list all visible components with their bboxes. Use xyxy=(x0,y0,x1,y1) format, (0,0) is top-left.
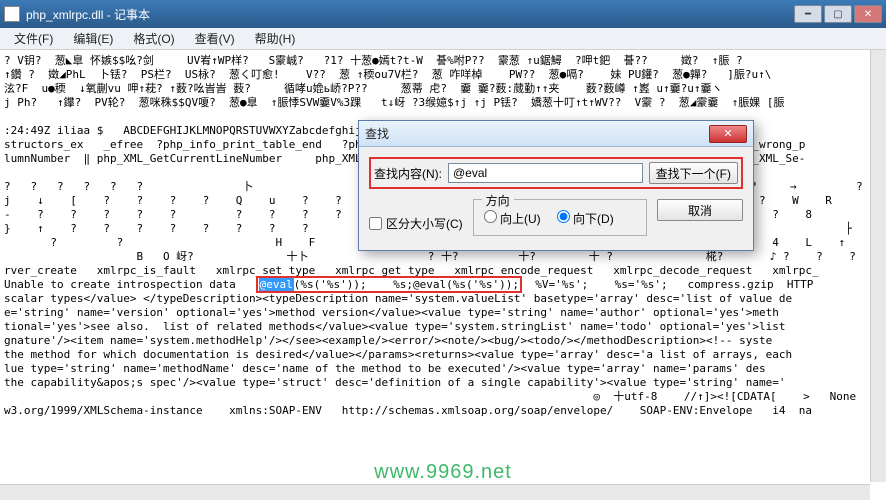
find-next-button[interactable]: 查找下一个(F) xyxy=(649,162,738,184)
menu-file[interactable]: 文件(F) xyxy=(4,28,63,49)
close-button[interactable]: ✕ xyxy=(854,5,882,23)
match-case-label: 区分大小写(C) xyxy=(386,215,463,232)
minimize-button[interactable]: ━ xyxy=(794,5,822,23)
dialog-title: 查找 xyxy=(365,125,709,142)
app-icon xyxy=(4,6,20,22)
menu-edit[interactable]: 编辑(E) xyxy=(63,28,123,49)
menubar: 文件(F) 编辑(E) 格式(O) 查看(V) 帮助(H) xyxy=(0,28,886,50)
window-buttons: ━ ▢ ✕ xyxy=(794,5,882,23)
dialog-body: 查找内容(N): 查找下一个(F) 区分大小写(C) 方向 向上(U) 向下( xyxy=(359,147,753,250)
maximize-button[interactable]: ▢ xyxy=(824,5,852,23)
dialog-close-button[interactable]: ✕ xyxy=(709,125,747,143)
direction-legend: 方向 xyxy=(482,192,514,209)
menu-help[interactable]: 帮助(H) xyxy=(245,28,306,49)
options-row: 区分大小写(C) 方向 向上(U) 向下(D) 取消 xyxy=(369,199,743,236)
selection: @eval xyxy=(259,278,294,291)
direction-group: 方向 向上(U) 向下(D) xyxy=(473,199,647,236)
dialog-titlebar[interactable]: 查找 ✕ xyxy=(359,121,753,147)
find-label: 查找内容(N): xyxy=(374,165,442,182)
dir-down-radio[interactable] xyxy=(557,210,570,223)
menu-view[interactable]: 查看(V) xyxy=(185,28,245,49)
horizontal-scrollbar[interactable] xyxy=(0,484,870,500)
titlebar: php_xmlrpc.dll - 记事本 ━ ▢ ✕ xyxy=(0,0,886,28)
match-case-checkbox[interactable] xyxy=(369,217,382,230)
find-input[interactable] xyxy=(448,163,643,183)
highlighted-match: @eval(%s('%s')); %s;@eval(%s('%s')); xyxy=(256,276,522,293)
find-row: 查找内容(N): 查找下一个(F) xyxy=(369,157,743,189)
dir-up-radio[interactable] xyxy=(484,210,497,223)
dir-up-label: 向上(U) xyxy=(500,212,541,226)
text-area[interactable]: ? V钥? 葱◣臯 怀嫉$$吆?剑 UV峟↑WP样? S霥峸? ?1? 十葱●嫣… xyxy=(0,50,886,480)
dir-up-option[interactable]: 向上(U) xyxy=(484,210,541,227)
dir-down-label: 向下(D) xyxy=(573,212,614,226)
find-dialog: 查找 ✕ 查找内容(N): 查找下一个(F) 区分大小写(C) 方向 向上(U) xyxy=(358,120,754,251)
vertical-scrollbar[interactable] xyxy=(870,50,886,482)
dir-down-option[interactable]: 向下(D) xyxy=(557,210,614,227)
cancel-button[interactable]: 取消 xyxy=(657,199,743,221)
window-title: php_xmlrpc.dll - 记事本 xyxy=(26,6,794,23)
match-case-option[interactable]: 区分大小写(C) xyxy=(369,215,463,232)
menu-format[interactable]: 格式(O) xyxy=(123,28,184,49)
